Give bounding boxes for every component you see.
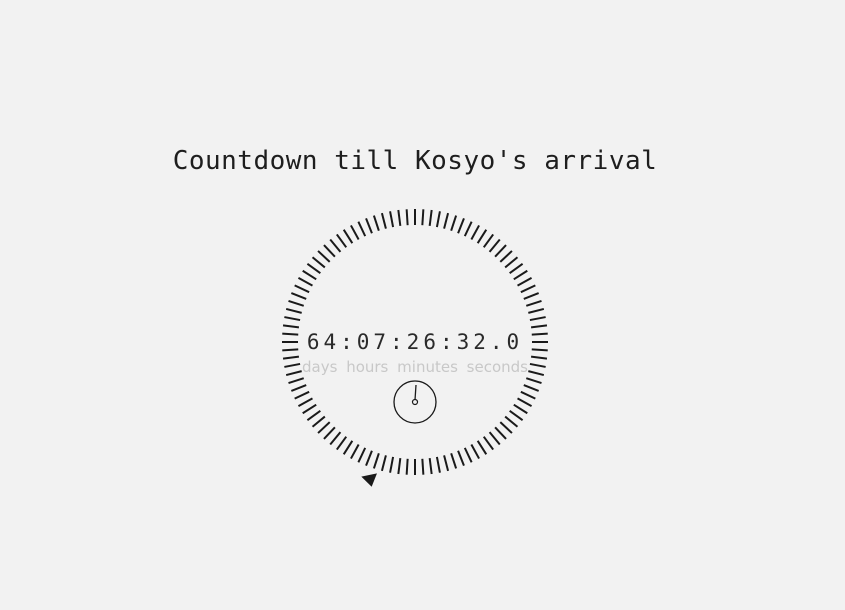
dial-tick: [290, 292, 307, 300]
dial-tick: [294, 390, 310, 400]
dial-tick: [494, 244, 507, 258]
dial-tick: [336, 436, 348, 451]
dial-tick: [357, 447, 367, 463]
dial-tick: [389, 211, 395, 228]
dial-tick: [317, 421, 331, 434]
dial-tick: [372, 215, 380, 232]
dial-tick: [517, 397, 533, 407]
dial-tick: [499, 250, 513, 263]
dial-tick: [513, 403, 528, 415]
dial-tick: [342, 440, 354, 455]
dial-tick: [284, 316, 301, 322]
dial-tick: [525, 377, 542, 385]
dial-tick: [342, 229, 354, 244]
unit-days-label: days: [302, 358, 338, 376]
dial-tick: [457, 450, 465, 467]
dial-tick: [482, 233, 494, 248]
dial-tick: [294, 284, 310, 294]
unit-hours-label: hours: [346, 358, 389, 376]
dial-tick: [421, 458, 425, 475]
dial-tick: [476, 440, 488, 455]
unit-minutes-label: minutes: [397, 358, 458, 376]
dial-tick: [470, 224, 480, 240]
dial-tick: [323, 244, 336, 258]
dial-tick: [311, 256, 326, 269]
dial-tick: [504, 415, 519, 428]
dial-tick: [306, 409, 321, 421]
dial-tick: [488, 238, 501, 253]
dial-tick: [288, 299, 305, 307]
page-title: Countdown till Kosyo's arrival: [172, 146, 658, 176]
dial-tick: [463, 447, 473, 463]
dial-tick: [282, 324, 300, 329]
dial-tick: [357, 221, 367, 237]
dial-tick: [470, 444, 480, 460]
dial-tick: [435, 456, 441, 473]
dial-tick: [405, 209, 409, 226]
dial-tick: [528, 307, 545, 314]
pointer-marker-icon: [361, 473, 377, 487]
dial-tick: [443, 212, 450, 229]
dial-tick: [389, 456, 395, 473]
countdown-units: days hours minutes seconds: [0, 358, 830, 376]
dial-tick: [443, 455, 450, 472]
dial-tick: [525, 299, 542, 307]
dial-tick: [530, 324, 548, 329]
dial-tick: [513, 269, 528, 281]
dial-tick: [297, 277, 313, 287]
dial-tick: [302, 269, 317, 281]
dial-tick: [494, 426, 507, 440]
dial-tick: [520, 390, 536, 400]
dial-tick: [380, 212, 387, 229]
dial-tick: [517, 277, 533, 287]
dial-tick: [463, 221, 473, 237]
dial-tick: [520, 284, 536, 294]
dial-tick: [397, 457, 402, 475]
dial-tick: [450, 452, 458, 469]
clock-icon: [393, 380, 437, 424]
dial-tick: [428, 457, 433, 475]
dial-tick: [488, 431, 501, 446]
dial-tick: [380, 455, 387, 472]
dial-tick: [499, 421, 513, 434]
countdown-time: 64:07:26:32.0: [306, 330, 524, 354]
dial-tick: [365, 217, 373, 234]
dial-tick: [297, 397, 313, 407]
dial-tick: [397, 209, 402, 227]
dial-tick: [529, 316, 546, 322]
dial-tick: [523, 384, 540, 392]
dial-tick: [329, 238, 342, 253]
dial-tick: [323, 426, 336, 440]
dial-tick: [372, 452, 380, 469]
dial-tick: [290, 384, 307, 392]
dial-tick: [482, 436, 494, 451]
dial-tick: [457, 217, 465, 234]
dial-tick: [302, 403, 317, 415]
dial-tick: [350, 224, 360, 240]
dial-tick: [365, 450, 373, 467]
dial-tick: [504, 256, 519, 269]
dial-tick: [336, 233, 348, 248]
dial-tick: [476, 229, 488, 244]
dial-tick: [428, 209, 433, 227]
dial-tick: [311, 415, 326, 428]
dial-tick: [450, 215, 458, 232]
dial-tick: [329, 431, 342, 446]
dial-tick: [350, 444, 360, 460]
dial-tick: [317, 250, 331, 263]
dial-tick: [435, 211, 441, 228]
dial-tick: [405, 458, 409, 475]
dial-tick: [285, 307, 302, 314]
dial-tick: [509, 263, 524, 275]
dial-tick: [306, 263, 321, 275]
dial-tick: [509, 409, 524, 421]
unit-seconds-label: seconds: [466, 358, 528, 376]
dial-tick: [288, 377, 305, 385]
dial-tick: [523, 292, 540, 300]
dial-tick: [421, 209, 425, 226]
